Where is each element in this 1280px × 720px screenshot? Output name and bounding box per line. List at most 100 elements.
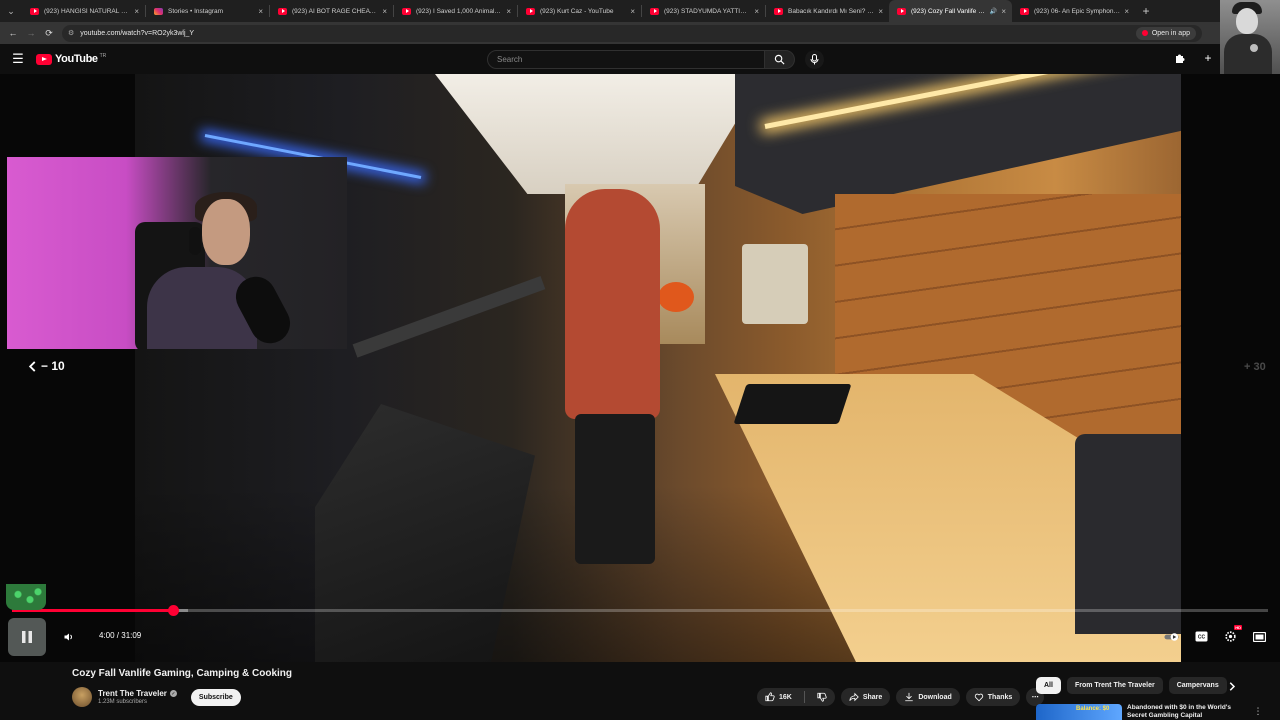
close-tab-icon[interactable]: × <box>506 7 511 16</box>
channel-name[interactable]: Trent The Traveler <box>98 689 167 698</box>
browser-tab-label: (923) Kurt Caz - YouTube <box>540 7 614 15</box>
share-label: Share <box>862 693 883 701</box>
voice-search-button[interactable] <box>805 50 824 69</box>
thumbs-up-icon <box>765 692 775 702</box>
van-sink <box>733 384 852 424</box>
search-icon <box>774 54 785 65</box>
pause-button[interactable] <box>8 618 46 656</box>
browser-tab-strip: ⌄ (923) HANGİSİ NATURAL DEĞİL×Stories • … <box>0 0 1280 22</box>
recommended-title[interactable]: Abandoned with $0 in the World's Secret … <box>1127 704 1251 720</box>
tab-search-chevron-icon[interactable]: ⌄ <box>0 0 22 22</box>
video-actions: 16K Share Download Thanks ⋯ <box>757 688 1045 706</box>
tab-audio-icon[interactable]: 🔊 <box>990 8 997 15</box>
omnibox[interactable]: ⚙ youtube.com/watch?v=RO2yk3wlj_Y Open i… <box>62 24 1202 42</box>
address-bar-row: ← → ⟳ ⚙ youtube.com/watch?v=RO2yk3wlj_Y … <box>0 22 1220 44</box>
microphone-icon <box>810 54 819 65</box>
dislike-button[interactable] <box>809 688 835 706</box>
video-player[interactable]: − 10 + 30 4:00 / 31:09 CC HD <box>0 74 1280 662</box>
share-button[interactable]: Share <box>840 688 891 706</box>
youtube-play-logo-icon <box>36 53 52 65</box>
browser-tab[interactable]: (923) Kurt Caz - YouTube × <box>518 0 641 22</box>
close-tab-icon[interactable]: × <box>1001 7 1006 16</box>
youtube-favicon-icon <box>526 7 535 15</box>
channel-avatar[interactable] <box>72 687 92 707</box>
progress-bar[interactable] <box>12 605 1268 616</box>
search-input[interactable]: Search <box>487 50 765 69</box>
play-button-award <box>742 244 808 324</box>
browser-tab[interactable]: (923) STADYUMDA YATTIĞIN Y × <box>642 0 765 22</box>
url-text[interactable]: youtube.com/watch?v=RO2yk3wlj_Y <box>80 30 1136 37</box>
youtube-favicon-icon <box>402 7 411 15</box>
back-button[interactable]: ← <box>4 24 22 42</box>
close-tab-icon[interactable]: × <box>878 7 883 16</box>
create-plus-icon[interactable]: + <box>1200 50 1216 66</box>
thanks-heart-icon <box>974 693 983 702</box>
browser-tab[interactable]: Stories • Instagram × <box>146 0 269 22</box>
filter-chip[interactable]: Campervans <box>1168 677 1227 694</box>
site-info-icon[interactable]: ⚙ <box>68 29 74 37</box>
autoplay-icon <box>1164 632 1179 641</box>
recommended-thumbnail[interactable]: Balance: $0 <box>1036 704 1122 720</box>
filter-chip[interactable]: From Trent The Traveler <box>1066 677 1163 694</box>
share-icon <box>849 692 859 702</box>
thanks-button[interactable]: Thanks <box>965 688 1021 706</box>
browser-tab-label: (923) HANGİSİ NATURAL DEĞİL <box>44 7 130 15</box>
person-legs <box>575 414 655 564</box>
close-tab-icon[interactable]: × <box>258 7 263 16</box>
country-code: TR <box>99 53 107 59</box>
player-controls-right: CC HD <box>1164 625 1268 645</box>
portrait-body <box>1224 34 1272 78</box>
filter-chip[interactable]: All <box>1036 677 1061 694</box>
search-button[interactable] <box>765 50 795 69</box>
svg-text:CC: CC <box>1198 635 1206 641</box>
pumpkin <box>658 282 694 312</box>
webcam-face <box>202 199 250 265</box>
recommended-more-icon[interactable]: ⋮ <box>1251 704 1265 718</box>
browser-tab[interactable]: (923) AI BOT RAGE CHEATING × <box>270 0 393 22</box>
seek-forward-indicator[interactable]: + 30 <box>1244 361 1266 373</box>
open-in-app-button[interactable]: Open in app <box>1135 26 1196 40</box>
close-tab-icon[interactable]: × <box>134 7 139 16</box>
theater-mode-icon <box>1253 631 1266 642</box>
close-tab-icon[interactable]: × <box>382 7 387 16</box>
seek-back-indicator[interactable]: − 10 <box>28 359 65 373</box>
instagram-favicon-icon <box>154 7 163 15</box>
youtube-app-icon <box>1141 30 1148 36</box>
browser-tab-label: (923) STADYUMDA YATTIĞIN Y <box>664 7 751 15</box>
extension-puzzle-icon[interactable] <box>1172 50 1188 66</box>
close-tab-icon[interactable]: × <box>630 7 635 16</box>
volume-button[interactable] <box>62 630 76 644</box>
browser-tab[interactable]: (923) Cozy Fall Vanlife Gam 🔊 × <box>889 0 1012 22</box>
youtube-favicon-icon <box>774 7 783 15</box>
menu-hamburger-icon[interactable]: ☰ <box>0 51 36 67</box>
browser-tab-label: (923) AI BOT RAGE CHEATING <box>292 7 379 15</box>
forward-button[interactable]: → <box>22 24 40 42</box>
youtube-header: ☰ YouTube TR Search + <box>0 44 1220 74</box>
download-button[interactable]: Download <box>896 688 960 706</box>
close-tab-icon[interactable]: × <box>754 7 759 16</box>
browser-tab[interactable]: Babacık Kandırdı Mı Seni? - You × <box>766 0 889 22</box>
subtitles-button[interactable]: CC <box>1193 628 1210 645</box>
close-tab-icon[interactable]: × <box>1124 7 1129 16</box>
autoplay-toggle[interactable] <box>1164 628 1181 645</box>
subscribe-button[interactable]: Subscribe <box>190 688 241 706</box>
youtube-logo[interactable]: YouTube TR <box>36 53 106 65</box>
coffee-maker <box>1075 434 1181 634</box>
recommended-video[interactable]: Balance: $0 Abandoned with $0 in the Wor… <box>1036 704 1280 720</box>
webcam-headphone <box>189 227 201 255</box>
reload-button[interactable]: ⟳ <box>40 24 58 42</box>
time-display: 4:00 / 31:09 <box>99 631 142 640</box>
thanks-label: Thanks <box>987 693 1013 701</box>
theater-mode-button[interactable] <box>1251 628 1268 645</box>
browser-tab-label: (923) I Saved 1,000 Animals Fr <box>416 7 503 15</box>
channel-name-row[interactable]: Trent The Traveler ✓ <box>98 689 177 698</box>
chips-next-button[interactable] <box>1226 680 1238 692</box>
recommended-thumbnail-text: Balance: $0 <box>1076 706 1110 712</box>
browser-tab[interactable]: (923) 06- An Epic Symphony # × <box>1012 0 1135 22</box>
like-button[interactable]: 16K <box>757 688 800 706</box>
new-tab-button[interactable]: + <box>1135 0 1157 22</box>
browser-tab[interactable]: (923) HANGİSİ NATURAL DEĞİL × <box>22 0 145 22</box>
browser-tab-label: (923) Cozy Fall Vanlife Gam <box>911 7 988 15</box>
settings-button[interactable]: HD <box>1222 625 1242 645</box>
browser-tab[interactable]: (923) I Saved 1,000 Animals Fr × <box>394 0 517 22</box>
